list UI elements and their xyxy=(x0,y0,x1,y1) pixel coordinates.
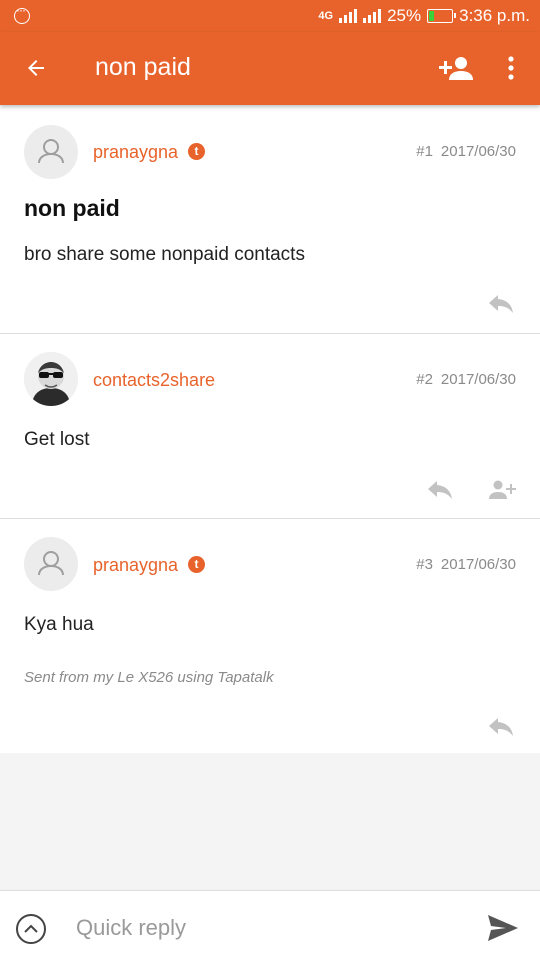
quick-reply-input[interactable] xyxy=(76,911,456,945)
add-user-icon xyxy=(489,480,516,499)
reply-button[interactable] xyxy=(425,478,455,502)
post-number[interactable]: #3 xyxy=(416,556,433,573)
add-user-button[interactable] xyxy=(434,50,478,86)
back-button[interactable] xyxy=(16,50,56,86)
more-options-button[interactable] xyxy=(496,50,526,86)
notification-icon xyxy=(14,3,30,24)
default-user-icon xyxy=(38,139,64,164)
post-author[interactable]: contacts2share xyxy=(93,370,215,391)
avatar-default[interactable] xyxy=(24,125,78,179)
follow-user-button[interactable] xyxy=(487,478,517,502)
quick-reply-bar xyxy=(0,890,540,960)
post-meta: #1 2017/06/30 xyxy=(416,143,516,160)
post-body: Kya hua xyxy=(24,614,94,635)
post-author[interactable]: pranaygna xyxy=(93,555,178,576)
chevron-up-circle-icon xyxy=(16,914,46,944)
reply-icon xyxy=(428,481,452,499)
avatar-photo[interactable] xyxy=(24,352,78,406)
post-body: Get lost xyxy=(24,429,90,450)
reply-icon xyxy=(489,295,513,313)
post-title: non paid xyxy=(24,195,120,221)
signal-icon-2 xyxy=(363,9,382,23)
app-bar: non paid xyxy=(0,32,540,105)
tapatalk-badge-icon: t xyxy=(188,143,205,160)
post-date: 2017/06/30 xyxy=(440,556,516,573)
post-author[interactable]: pranaygna xyxy=(93,142,178,163)
battery-percent: 25% xyxy=(387,6,422,25)
tapatalk-badge-icon: t xyxy=(188,556,205,573)
network-type: 4G xyxy=(318,10,334,22)
reply-button[interactable] xyxy=(486,715,516,739)
battery-icon xyxy=(427,9,457,23)
add-user-icon xyxy=(439,57,473,80)
send-button[interactable] xyxy=(486,913,520,943)
reply-button[interactable] xyxy=(486,292,516,316)
post-date: 2017/06/30 xyxy=(440,143,516,160)
signal-icon xyxy=(339,9,358,23)
post-number[interactable]: #2 xyxy=(416,371,433,388)
back-arrow-icon xyxy=(28,60,44,76)
send-icon xyxy=(488,915,518,941)
post-meta: #2 2017/06/30 xyxy=(416,371,516,388)
reply-icon xyxy=(489,718,513,736)
page-title: non paid xyxy=(95,53,191,81)
default-user-icon xyxy=(38,551,64,576)
clock: 3:36 p.m. xyxy=(459,6,530,25)
post-body: bro share some nonpaid contacts xyxy=(24,244,305,265)
battery-fill xyxy=(429,11,435,21)
post-3: pranaygna t #3 2017/06/30 Kya hua Sent f… xyxy=(0,519,540,753)
status-bar: 4G 25% 3:36 p.m. xyxy=(0,0,540,32)
post-date: 2017/06/30 xyxy=(440,371,516,388)
user-photo-icon xyxy=(24,352,78,406)
post-number[interactable]: #1 xyxy=(416,143,433,160)
post-1: pranaygna t #1 2017/06/30 non paid bro s… xyxy=(0,105,540,333)
expand-editor-button[interactable] xyxy=(15,913,47,945)
post-signature: Sent from my Le X526 using Tapatalk xyxy=(24,669,274,686)
post-2: contacts2share #2 2017/06/30 Get lost xyxy=(0,334,540,518)
more-vert-icon xyxy=(508,56,514,80)
post-meta: #3 2017/06/30 xyxy=(416,556,516,573)
avatar-default[interactable] xyxy=(24,537,78,591)
